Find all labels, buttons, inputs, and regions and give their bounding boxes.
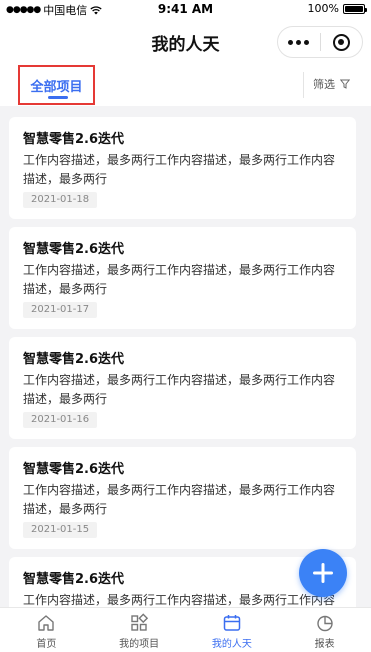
- item-date: 2021-01-15: [23, 522, 98, 538]
- status-bar: ●●●●● 中国电信 9:41 AM 100%: [0, 0, 371, 18]
- list-item[interactable]: 智慧零售2.6迭代 工作内容描述，最多两行工作内容描述，最多两行工作内容描述，最…: [9, 117, 356, 219]
- nav-item-my-projects[interactable]: 我的项目: [93, 608, 186, 652]
- close-target-icon: [332, 33, 350, 51]
- nav-item-reports[interactable]: 报表: [278, 608, 371, 652]
- close-button[interactable]: [321, 27, 363, 57]
- nav-item-my-person-days[interactable]: 我的人天: [186, 608, 279, 652]
- battery-percent: 100%: [307, 2, 339, 15]
- filter-funnel-icon: [340, 79, 350, 89]
- grid-icon: [131, 613, 149, 631]
- plus-icon: [313, 563, 333, 583]
- item-title: 智慧零售2.6迭代: [23, 132, 125, 147]
- item-description: 工作内容描述，最多两行工作内容描述，最多两行工作内容描述，最多两行: [23, 373, 336, 406]
- battery-icon: [343, 3, 367, 14]
- item-title: 智慧零售2.6迭代: [23, 572, 125, 587]
- add-worklog-button[interactable]: [299, 549, 347, 597]
- list-item[interactable]: 智慧零售2.6迭代 工作内容描述，最多两行工作内容描述，最多两行工作内容描述，最…: [9, 337, 356, 439]
- item-description: 工作内容描述，最多两行工作内容描述，最多两行工作内容描述，最多两行: [23, 153, 336, 186]
- miniprogram-capsule: [277, 26, 363, 58]
- nav-label-my-projects: 我的项目: [119, 639, 160, 650]
- active-tab-indicator: [48, 96, 68, 99]
- nav-bar: 我的人天: [0, 18, 371, 64]
- item-date: 2021-01-18: [23, 192, 98, 208]
- item-title: 智慧零售2.6迭代: [23, 242, 125, 257]
- more-dots-icon: [288, 39, 294, 45]
- tab-all-projects[interactable]: 全部项目: [18, 65, 95, 105]
- tab-all-projects-label: 全部项目: [30, 79, 83, 95]
- status-right: 100%: [307, 2, 367, 15]
- filter-label: 筛选: [313, 78, 335, 91]
- item-date: 2021-01-16: [23, 412, 98, 428]
- list-item[interactable]: 智慧零售2.6迭代 工作内容描述，最多两行工作内容描述，最多两行工作内容描述，最…: [9, 447, 356, 549]
- nav-label-reports: 报表: [314, 639, 335, 650]
- bottom-nav: 首页 我的项目 我的人天 报表: [0, 607, 371, 652]
- nav-item-home[interactable]: 首页: [0, 608, 93, 652]
- nav-label-my-person-days: 我的人天: [211, 639, 252, 650]
- more-menu-button[interactable]: [278, 27, 320, 57]
- item-title: 智慧零售2.6迭代: [23, 352, 125, 367]
- item-description: 工作内容描述，最多两行工作内容描述，最多两行工作内容描述，最多两行: [23, 483, 336, 516]
- tab-divider: [303, 72, 304, 98]
- calendar-icon: [223, 615, 241, 631]
- pie-chart-icon: [316, 615, 333, 632]
- item-date: 2021-01-17: [23, 302, 98, 318]
- nav-label-home: 首页: [36, 639, 57, 650]
- item-title: 智慧零售2.6迭代: [23, 462, 125, 477]
- home-icon: [38, 615, 55, 631]
- item-description: 工作内容描述，最多两行工作内容描述，最多两行工作内容描述，最多两行: [23, 263, 336, 296]
- tab-bar: 全部项目 筛选: [0, 64, 371, 106]
- list-item[interactable]: 智慧零售2.6迭代 工作内容描述，最多两行工作内容描述，最多两行工作内容描述，最…: [9, 227, 356, 329]
- filter-button[interactable]: 筛选: [313, 76, 350, 92]
